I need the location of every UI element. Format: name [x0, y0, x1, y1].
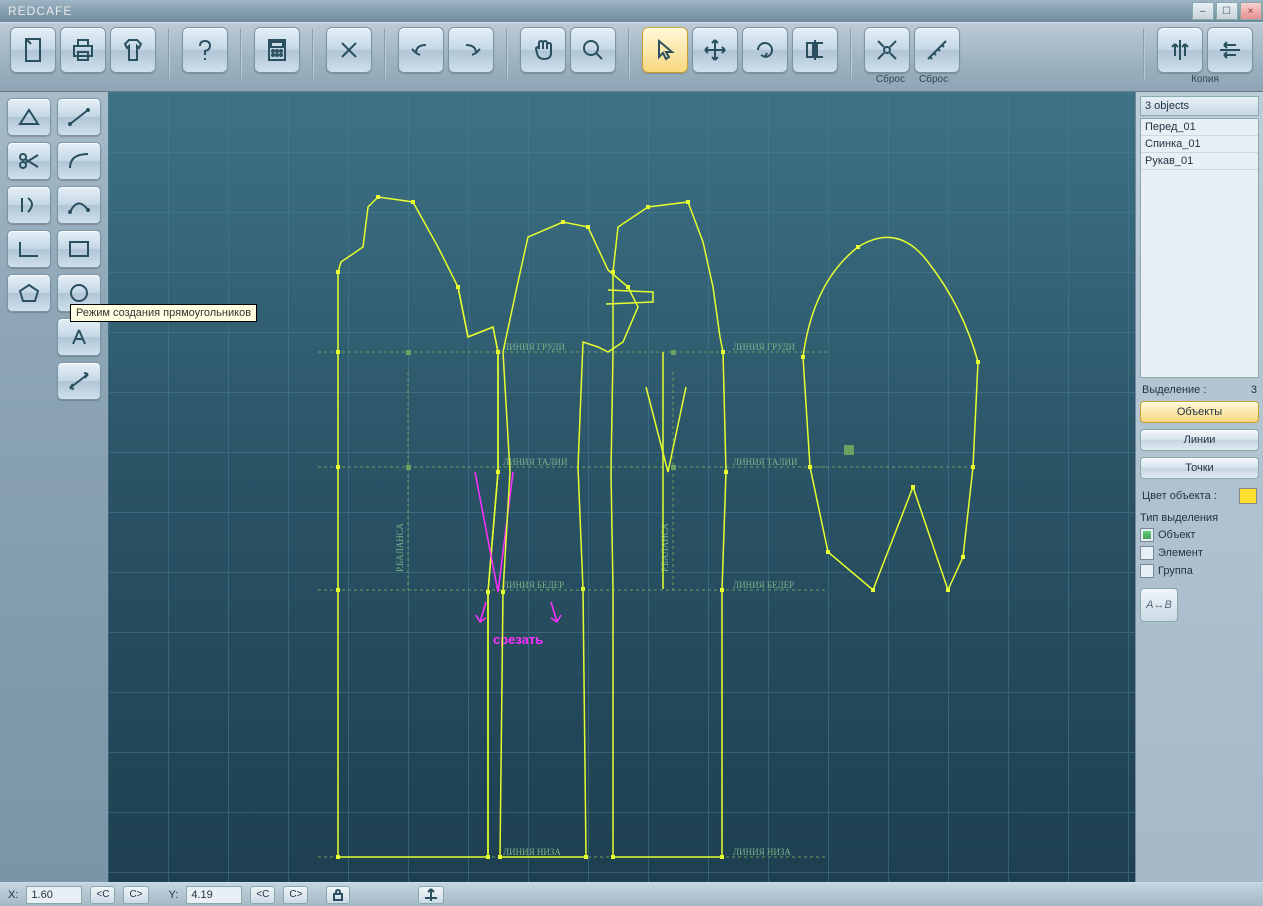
delete-button[interactable] [326, 27, 372, 73]
select-button[interactable] [642, 27, 688, 73]
close-button[interactable]: × [1240, 2, 1262, 20]
objects-count-header: 3 objects [1140, 96, 1259, 116]
window-controls: – ☐ × [1191, 2, 1263, 20]
pattern-drawing: ЛИНИЯ ГРУДИ ЛИНИЯ ГРУДИ ЛИНИЯ ТАЛИИ ЛИНИ… [108, 92, 1135, 882]
cb-element-label: Элемент [1158, 547, 1203, 559]
list-item[interactable]: Рукав_01 [1141, 153, 1258, 170]
maximize-button[interactable]: ☐ [1216, 2, 1238, 20]
reset2-label: Сброс [919, 75, 948, 85]
list-item[interactable]: Спинка_01 [1141, 136, 1258, 153]
svg-text:ЛИНИЯ ГРУДИ: ЛИНИЯ ГРУДИ [733, 342, 795, 352]
copy-mirror-h-button[interactable] [1207, 27, 1253, 73]
selection-count: 3 [1251, 384, 1257, 396]
rotate-button[interactable] [742, 27, 788, 73]
corner-tool[interactable] [7, 230, 51, 268]
redo-button[interactable] [448, 27, 494, 73]
angle-tool[interactable] [7, 98, 51, 136]
svg-text:ЛИНИЯ ТАЛИИ: ЛИНИЯ ТАЛИИ [503, 457, 568, 467]
garment-button[interactable] [110, 27, 156, 73]
print-button[interactable] [60, 27, 106, 73]
scissors-tool[interactable] [7, 142, 51, 180]
polygon-tool[interactable] [7, 274, 51, 312]
y-label: Y: [169, 889, 179, 901]
origin-button[interactable] [418, 886, 444, 904]
top-toolbar: Сброс Сброс Копия [0, 22, 1263, 92]
list-item[interactable]: Перед_01 [1141, 119, 1258, 136]
title-bar: REDCAFE – ☐ × [0, 0, 1263, 22]
lines-button[interactable]: Линии [1140, 429, 1259, 451]
points-button[interactable]: Точки [1140, 457, 1259, 479]
text-tool[interactable] [57, 318, 101, 356]
svg-text:ЛИНИЯ ТАЛИИ: ЛИНИЯ ТАЛИИ [733, 457, 798, 467]
curve-tool[interactable] [57, 186, 101, 224]
cb-group-label: Группа [1158, 565, 1193, 577]
svg-text:ЛИНИЯ ГРУДИ: ЛИНИЯ ГРУДИ [503, 342, 565, 352]
pan-button[interactable] [520, 27, 566, 73]
snap-button[interactable] [864, 27, 910, 73]
x-next-button[interactable]: C> [123, 886, 148, 904]
left-toolbox [0, 92, 108, 882]
undo-button[interactable] [398, 27, 444, 73]
svg-text:ЛИНИЯ НИЗА: ЛИНИЯ НИЗА [503, 847, 561, 857]
minimize-button[interactable]: – [1192, 2, 1214, 20]
x-prev-button[interactable]: <C [90, 886, 115, 904]
reset1-label: Сброс [876, 75, 905, 85]
object-color-swatch[interactable] [1239, 488, 1257, 504]
cb-object[interactable] [1140, 528, 1154, 542]
color-label: Цвет объекта : [1142, 490, 1217, 502]
ab-swap-button[interactable]: A↔B [1140, 588, 1178, 622]
copy-label: Копия [1191, 75, 1219, 85]
arc-tool[interactable] [57, 142, 101, 180]
y-next-button[interactable]: C> [283, 886, 308, 904]
dimension-tool[interactable] [57, 362, 101, 400]
main-area: Режим создания прямоугольников ЛИНИЯ ГРУ… [0, 92, 1263, 882]
mirror-button[interactable] [792, 27, 838, 73]
y-prev-button[interactable]: <C [250, 886, 275, 904]
selection-label: Выделение : [1142, 384, 1206, 396]
x-label: X: [8, 889, 18, 901]
objects-button[interactable]: Объекты [1140, 401, 1259, 423]
measure-button[interactable] [914, 27, 960, 73]
svg-text:Р.БАЛАНСА: Р.БАЛАНСА [395, 523, 405, 572]
svg-text:Р.БАЛАНСА: Р.БАЛАНСА [660, 523, 670, 572]
y-value[interactable]: 4.19 [186, 886, 242, 904]
zoom-button[interactable] [570, 27, 616, 73]
calculator-button[interactable] [254, 27, 300, 73]
rectangle-tooltip: Режим создания прямоугольников [70, 304, 257, 322]
rectangle-tool[interactable] [57, 230, 101, 268]
svg-text:ЛИНИЯ НИЗА: ЛИНИЯ НИЗА [733, 847, 791, 857]
new-file-button[interactable] [10, 27, 56, 73]
cb-element[interactable] [1140, 546, 1154, 560]
cb-group[interactable] [1140, 564, 1154, 578]
cb-object-label: Объект [1158, 529, 1195, 541]
copy-mirror-v-button[interactable] [1157, 27, 1203, 73]
help-button[interactable] [182, 27, 228, 73]
svg-text:ЛИНИЯ БЕДЕР: ЛИНИЯ БЕДЕР [733, 580, 794, 590]
objects-list[interactable]: Перед_01 Спинка_01 Рукав_01 [1140, 118, 1259, 378]
canvas[interactable]: ЛИНИЯ ГРУДИ ЛИНИЯ ГРУДИ ЛИНИЯ ТАЛИИ ЛИНИ… [108, 92, 1135, 882]
line-tool[interactable] [57, 98, 101, 136]
parallel-tool[interactable] [7, 186, 51, 224]
move-button[interactable] [692, 27, 738, 73]
app-title: REDCAFE [8, 4, 72, 18]
x-value[interactable]: 1.60 [26, 886, 82, 904]
status-bar: X: 1.60 <C C> Y: 4.19 <C C> [0, 882, 1263, 906]
seltype-label: Тип выделения [1140, 506, 1259, 526]
svg-text:ЛИНИЯ БЕДЕР: ЛИНИЯ БЕДЕР [503, 580, 564, 590]
right-panel: 3 objects Перед_01 Спинка_01 Рукав_01 Вы… [1135, 92, 1263, 882]
svg-text:срезать: срезать [493, 632, 543, 647]
lock-button[interactable] [326, 886, 350, 904]
